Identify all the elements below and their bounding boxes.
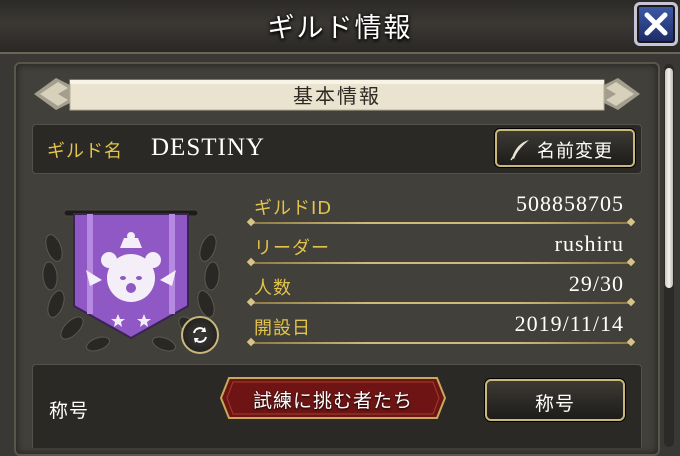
- scrollbar[interactable]: [664, 64, 674, 447]
- current-title-text: 試練に挑む者たち: [252, 390, 413, 412]
- leader-value: rushiru: [554, 231, 624, 256]
- title-bar: ギルド情報: [0, 0, 680, 54]
- info-row-founded: 開設日 2019/11/14: [242, 306, 634, 344]
- rename-button[interactable]: 名前変更: [495, 129, 635, 167]
- quill-pen-icon: [510, 140, 529, 161]
- guild-title-label: 称号: [49, 400, 90, 422]
- leader-label: リーダー: [254, 238, 330, 259]
- founded-label: 開設日: [254, 318, 311, 339]
- emblem-change-icon: [193, 327, 207, 343]
- close-button[interactable]: [634, 2, 678, 46]
- guild-id-value: 508858705: [516, 191, 624, 216]
- row-divider: [252, 302, 630, 304]
- info-row-guild-id: ギルドID 508858705: [242, 186, 634, 224]
- row-divider: [252, 342, 630, 344]
- row-divider: [252, 262, 630, 264]
- info-row-members: 人数 29/30: [242, 266, 634, 304]
- guild-title-button-label: 称号: [534, 393, 575, 415]
- section-header: 基本情報: [34, 74, 640, 114]
- row-divider: [252, 222, 630, 224]
- emblem-change-button[interactable]: [181, 316, 219, 354]
- window-title: ギルド情報: [267, 13, 413, 44]
- guild-name-value: DESTINY: [151, 134, 265, 161]
- guild-id-label: ギルドID: [254, 198, 333, 219]
- rename-button-label: 名前変更: [537, 141, 613, 162]
- section-title: 基本情報: [293, 84, 381, 108]
- members-value: 29/30: [568, 271, 624, 296]
- founded-value: 2019/11/14: [514, 311, 624, 336]
- current-title-badge: 試練に挑む者たち: [219, 376, 447, 420]
- info-row-leader: リーダー rushiru: [242, 226, 634, 264]
- guild-title-row: 称号 試練に挑む者たち 称号: [32, 364, 642, 448]
- close-icon: [644, 12, 668, 36]
- guild-name-row: ギルド名 DESTINY 名前変更: [32, 124, 642, 174]
- members-label: 人数: [254, 278, 292, 299]
- scroll-thumb[interactable]: [665, 68, 673, 288]
- guild-name-label: ギルド名: [47, 141, 123, 162]
- guild-title-button[interactable]: 称号: [485, 379, 625, 421]
